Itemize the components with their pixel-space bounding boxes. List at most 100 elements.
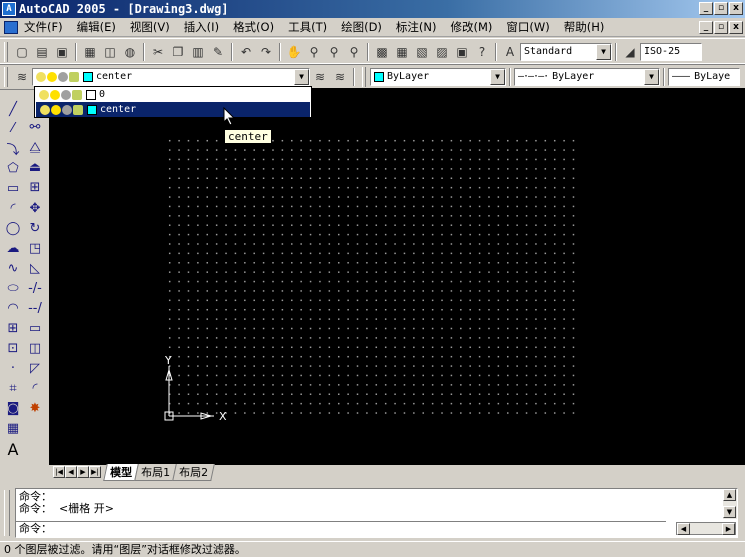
layer-option-center[interactable]: center [36,102,310,117]
close-button[interactable]: x [729,2,743,15]
tab-layout1[interactable]: 布局1 [134,463,177,481]
array-icon[interactable]: ⊞ [26,178,44,196]
hatch-icon[interactable]: ⌗ [4,379,22,397]
menu-file[interactable]: 文件(F) [24,19,71,35]
lock-icon[interactable] [61,89,71,100]
menu-help[interactable]: 帮助(H) [564,19,613,35]
open-icon[interactable]: ▤ [32,42,52,62]
explode-icon[interactable]: ✸ [26,399,44,417]
multiline-text-icon[interactable]: A [4,440,22,459]
mirror-icon[interactable]: ⧋ [26,138,44,156]
zoom-previous-icon[interactable]: ⚲ [344,42,364,62]
pan-icon[interactable]: ✋ [284,42,304,62]
tab-model[interactable]: 模型 [103,463,139,481]
tool-palettes-icon[interactable]: ▧ [412,42,432,62]
plot-icon[interactable] [73,104,83,115]
chevron-down-icon[interactable]: ▼ [294,68,309,85]
plot-icon[interactable] [69,71,79,82]
dim-style-icon[interactable]: ◢ [620,42,640,62]
lineweight-select[interactable]: ——— ByLaye [668,67,740,86]
command-input[interactable]: 命令： [16,521,666,535]
menu-window[interactable]: 窗口(W) [506,19,557,35]
doc-close-button[interactable]: x [729,21,743,34]
make-block-icon[interactable]: ⊡ [4,339,22,357]
layer-manager-icon[interactable]: ≋ [12,67,32,87]
construction-line-icon[interactable]: ⁄ [4,119,22,137]
layer-previous-icon[interactable]: ≋ [330,67,350,87]
undo-icon[interactable]: ↶ [236,42,256,62]
sun-icon[interactable] [47,71,57,82]
chevron-down-icon[interactable]: ▼ [596,43,611,60]
make-layer-current-icon[interactable]: ≋ [310,67,330,87]
menu-draw[interactable]: 绘图(D) [341,19,390,35]
design-center-icon[interactable]: ▦ [392,42,412,62]
lightbulb-icon[interactable] [36,71,46,82]
zoom-window-icon[interactable]: ⚲ [324,42,344,62]
minimize-button[interactable]: _ [699,2,713,15]
prev-tab-icon[interactable]: ◀ [65,466,77,478]
move-icon[interactable]: ✥ [26,199,44,217]
text-style-select[interactable]: Standard ▼ [520,42,612,61]
print-icon[interactable]: ▦ [80,42,100,62]
drawing-area[interactable]: Y X [49,88,745,465]
polyline-icon[interactable]: ⤵ [4,139,22,158]
document-icon[interactable] [4,20,18,34]
lightbulb-icon[interactable] [39,89,49,100]
linetype-select[interactable]: —·—·—· ByLayer ▼ [514,67,660,86]
print-preview-icon[interactable]: ◫ [100,42,120,62]
command-horizontal-scrollbar[interactable]: ◀ ▶ [676,522,736,535]
restore-button[interactable]: ▫ [714,2,728,15]
extend-icon[interactable]: --/ [26,299,44,317]
layer-select[interactable]: center ▼ [32,67,310,86]
dim-style-select[interactable]: ISO-25 [640,42,702,61]
cut-icon[interactable]: ✂ [148,42,168,62]
spline-icon[interactable]: ∿ [4,259,22,277]
offset-icon[interactable]: ⏏ [26,158,44,176]
menu-dimension[interactable]: 标注(N) [396,19,445,35]
sun-icon[interactable] [51,104,61,115]
scroll-up-icon[interactable]: ▲ [723,489,736,501]
first-tab-icon[interactable]: |◀ [53,466,65,478]
last-tab-icon[interactable]: ▶| [89,466,101,478]
color-select[interactable]: ByLayer ▼ [370,67,506,86]
trim-icon[interactable]: -/- [26,279,44,297]
publish-icon[interactable]: ◍ [120,42,140,62]
rectangle-icon[interactable]: ▭ [4,179,22,197]
toolbar-grip[interactable] [362,66,366,87]
doc-restore-button[interactable]: ▫ [714,21,728,34]
rotate-icon[interactable]: ↻ [26,219,44,237]
break-icon[interactable]: ◫ [26,339,44,357]
point-icon[interactable]: · [4,359,22,377]
toolbar-grip[interactable] [4,41,8,62]
save-icon[interactable]: ▣ [52,42,72,62]
copy-icon[interactable]: ❐ [168,42,188,62]
scroll-down-icon[interactable]: ▼ [723,506,736,518]
chevron-down-icon[interactable]: ▼ [490,68,505,85]
menu-edit[interactable]: 编辑(E) [77,19,124,35]
text-style-icon[interactable]: A [500,42,520,62]
revision-cloud-icon[interactable]: ☁ [4,239,22,257]
ellipse-icon[interactable]: ⬭ [4,279,22,297]
stretch-icon[interactable]: ◺ [26,259,44,277]
polygon-icon[interactable]: ⬠ [4,159,22,177]
fillet-icon[interactable]: ◜ [26,379,44,397]
circle-icon[interactable]: ◯ [4,219,22,237]
toolbar-grip[interactable] [4,66,8,87]
match-properties-icon[interactable]: ✎ [208,42,228,62]
scroll-left-icon[interactable]: ◀ [677,523,690,535]
doc-minimize-button[interactable]: _ [699,21,713,34]
line-icon[interactable]: ╱ [4,100,22,118]
plot-icon[interactable] [72,89,82,100]
command-window-grip[interactable] [4,490,10,536]
paste-icon[interactable]: ▥ [188,42,208,62]
autocad-app-icon[interactable]: A [2,2,16,16]
lock-icon[interactable] [58,71,68,82]
menu-tools[interactable]: 工具(T) [288,19,335,35]
scale-icon[interactable]: ◳ [26,239,44,257]
break-at-point-icon[interactable]: ▭ [26,319,44,337]
help-icon[interactable]: ? [472,42,492,62]
arc-icon[interactable]: ◜ [4,199,22,217]
chevron-down-icon[interactable]: ▼ [644,68,659,85]
tab-layout2[interactable]: 布局2 [172,463,215,481]
new-icon[interactable]: ▢ [12,42,32,62]
